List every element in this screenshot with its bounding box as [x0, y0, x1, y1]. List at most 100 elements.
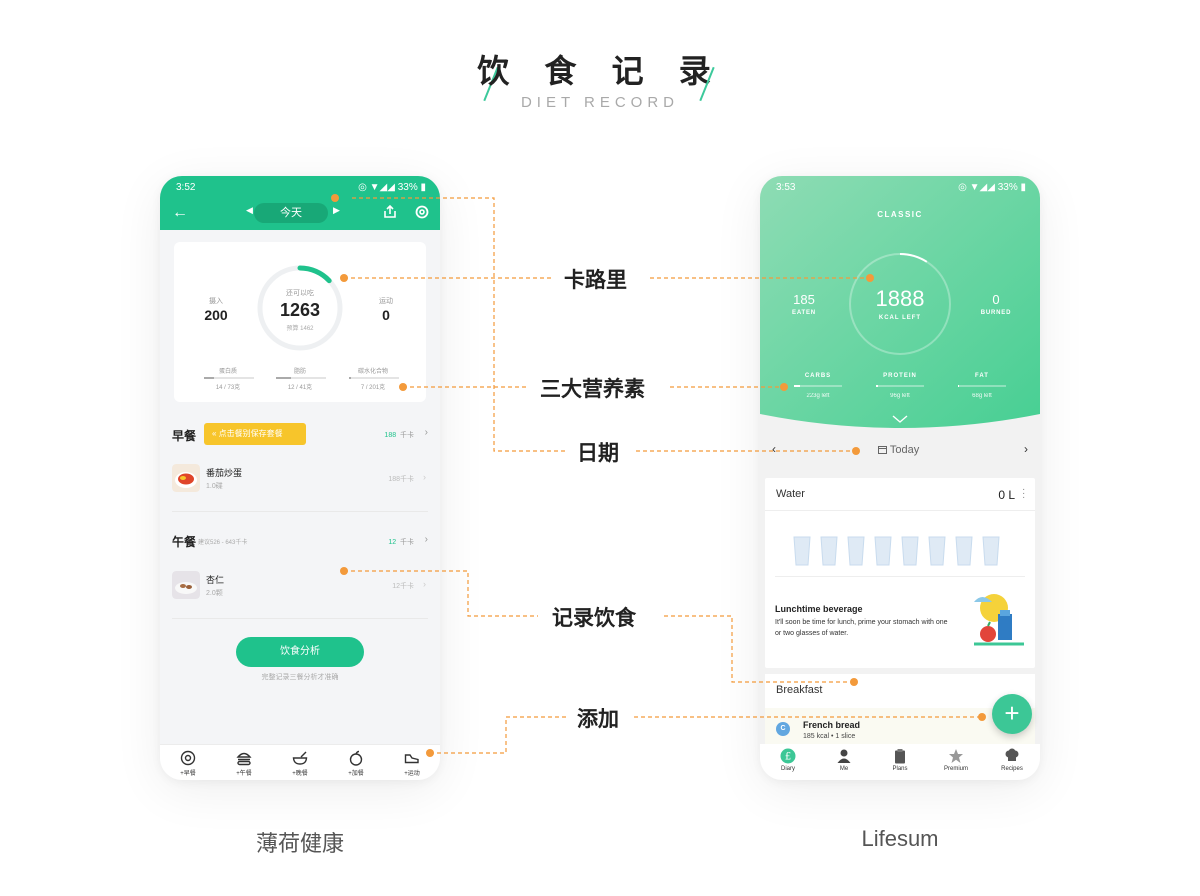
annotation-dot — [340, 567, 348, 575]
tab-label: +午餐 — [236, 771, 252, 777]
annotation-dot — [978, 713, 986, 721]
prev-day-icon[interactable]: ◀ — [246, 205, 253, 216]
diet-name: CLASSIC — [877, 210, 923, 219]
tab-me[interactable]: Me — [819, 748, 869, 772]
water-glass-icon[interactable] — [793, 536, 811, 566]
tab-premium[interactable]: Premium — [931, 748, 981, 772]
chevron-right-icon[interactable]: › — [425, 427, 428, 438]
annotation-dot — [331, 194, 339, 202]
status-bar: 3:52 ◎ ▼◢◢ 33% ▮ — [160, 176, 440, 198]
meal-title-lunch: 午餐 — [172, 535, 197, 549]
lifesum-phone: 3:53 ◎ ▼◢◢ 33% ▮ CLASSIC 185 EATEN 1888 … — [760, 176, 1040, 780]
annotation-calories: 卡路里 — [564, 268, 627, 292]
annotation-macros: 三大营养素 — [540, 377, 645, 401]
water-glass-icon[interactable] — [928, 536, 946, 566]
annotation-dot — [866, 274, 874, 282]
food-image — [172, 571, 200, 599]
status-bar: 3:53 ◎ ▼◢◢ 33% ▮ — [760, 176, 1040, 198]
next-day-icon[interactable]: ▶ — [333, 205, 340, 216]
tab-add-lunch[interactable]: +午餐 — [224, 747, 264, 777]
mint-health-caption: 薄荷健康 — [255, 831, 344, 856]
date-label: Today — [889, 444, 920, 456]
annotation-dot — [780, 383, 788, 391]
tab-add-snack[interactable]: +加餐 — [336, 747, 376, 777]
back-icon[interactable]: ← — [172, 204, 188, 222]
status-system: ◎ ▼◢◢ 33% ▮ — [358, 182, 426, 193]
food-name[interactable]: 番茄炒蛋 — [206, 466, 242, 479]
food-name[interactable]: 杏仁 — [206, 573, 224, 586]
macro-label: CARBS — [804, 373, 832, 379]
add-tabbar: +早餐 +午餐 +晚餐 +加餐 +运动 — [160, 744, 440, 780]
tab-label: Plans — [892, 766, 908, 772]
meal-suggest: 建议526 - 643千卡 — [198, 540, 248, 546]
tab-diary[interactable]: £ Diary — [763, 748, 813, 772]
food-kcal: 188千卡 — [388, 476, 414, 483]
svg-text:£: £ — [785, 752, 791, 763]
tab-label: +加餐 — [348, 771, 364, 777]
macro-value: 14 / 73克 — [215, 385, 241, 391]
save-meal-tag[interactable]: « 点击餐别保存套餐 — [204, 423, 306, 445]
chevron-down-icon[interactable] — [891, 414, 909, 424]
annotation-date: 日期 — [577, 441, 619, 465]
meal-kcal: 188 千卡 — [384, 432, 414, 439]
chevron-right-icon[interactable]: › — [423, 579, 426, 589]
annotation-dot — [399, 383, 407, 391]
macro-left: 68g left — [972, 393, 992, 399]
food-qty: 1.0碟 — [206, 483, 223, 490]
water-glass-icon[interactable] — [820, 536, 838, 566]
water-title: Water — [776, 488, 805, 500]
macro-label: 碳水化合物 — [357, 369, 388, 375]
food-qty: 2.0颗 — [206, 590, 223, 597]
tab-add-breakfast[interactable]: +早餐 — [168, 747, 208, 777]
breakfast-icon — [180, 750, 196, 766]
more-icon[interactable]: · · · — [1022, 485, 1026, 503]
annotation-add: 添加 — [577, 707, 619, 731]
prev-day-icon[interactable]: ‹ — [772, 442, 776, 456]
tab-plans[interactable]: Plans — [875, 748, 925, 772]
settings-icon[interactable] — [414, 204, 430, 220]
tab-add-dinner[interactable]: +晚餐 — [280, 747, 320, 777]
chevron-right-icon[interactable]: › — [425, 534, 428, 545]
remaining-value: 1263 — [279, 300, 321, 320]
water-glass-icon[interactable] — [847, 536, 865, 566]
analysis-hint: 完整记录三餐分析才准确 — [261, 674, 339, 681]
chef-hat-icon — [1005, 748, 1019, 761]
add-fab-button[interactable]: + — [992, 694, 1032, 734]
burned-label: BURNED — [980, 310, 1012, 316]
date-pill[interactable]: 今天 — [254, 203, 328, 223]
macro-bar — [794, 385, 842, 387]
diary-icon: £ — [780, 748, 796, 764]
status-time: 3:53 — [776, 182, 796, 193]
water-glass-icon[interactable] — [982, 536, 1000, 566]
eaten-value: 200 — [204, 307, 228, 323]
tab-label: Recipes — [1001, 766, 1023, 772]
shoe-icon — [404, 754, 419, 764]
bowl-icon — [292, 751, 308, 765]
date-today[interactable]: Today — [878, 444, 919, 456]
macro-bar — [349, 377, 399, 379]
macro-left: 223g left — [806, 393, 830, 399]
tab-label: +晚餐 — [292, 771, 308, 777]
water-glass-icon[interactable] — [874, 536, 892, 566]
annotation-dot — [426, 749, 434, 757]
chevron-right-icon[interactable]: › — [423, 472, 426, 482]
lifesum-caption: Lifesum — [861, 826, 939, 851]
page-title: 饮 食 记 录 — [477, 52, 723, 90]
lifesum-tabbar: £ Diary Me Plans Premium Recipes — [760, 744, 1040, 780]
tab-recipes[interactable]: Recipes — [987, 748, 1037, 772]
divider — [172, 618, 428, 619]
diet-analysis-button[interactable]: 饮食分析 — [236, 637, 364, 667]
tab-label: Premium — [943, 766, 968, 772]
share-icon[interactable] — [382, 204, 398, 220]
budget-label: 预算 1462 — [286, 326, 314, 332]
water-glass-icon[interactable] — [955, 536, 973, 566]
food-image — [172, 464, 200, 492]
calendar-icon — [878, 446, 887, 454]
macro-label: 脂肪 — [293, 369, 306, 375]
divider — [765, 510, 1035, 511]
macro-label: FAT — [975, 373, 989, 379]
exercise-value: 0 — [382, 307, 390, 323]
tab-label: +早餐 — [180, 771, 196, 777]
water-glass-icon[interactable] — [901, 536, 919, 566]
next-day-icon[interactable]: › — [1024, 442, 1028, 456]
